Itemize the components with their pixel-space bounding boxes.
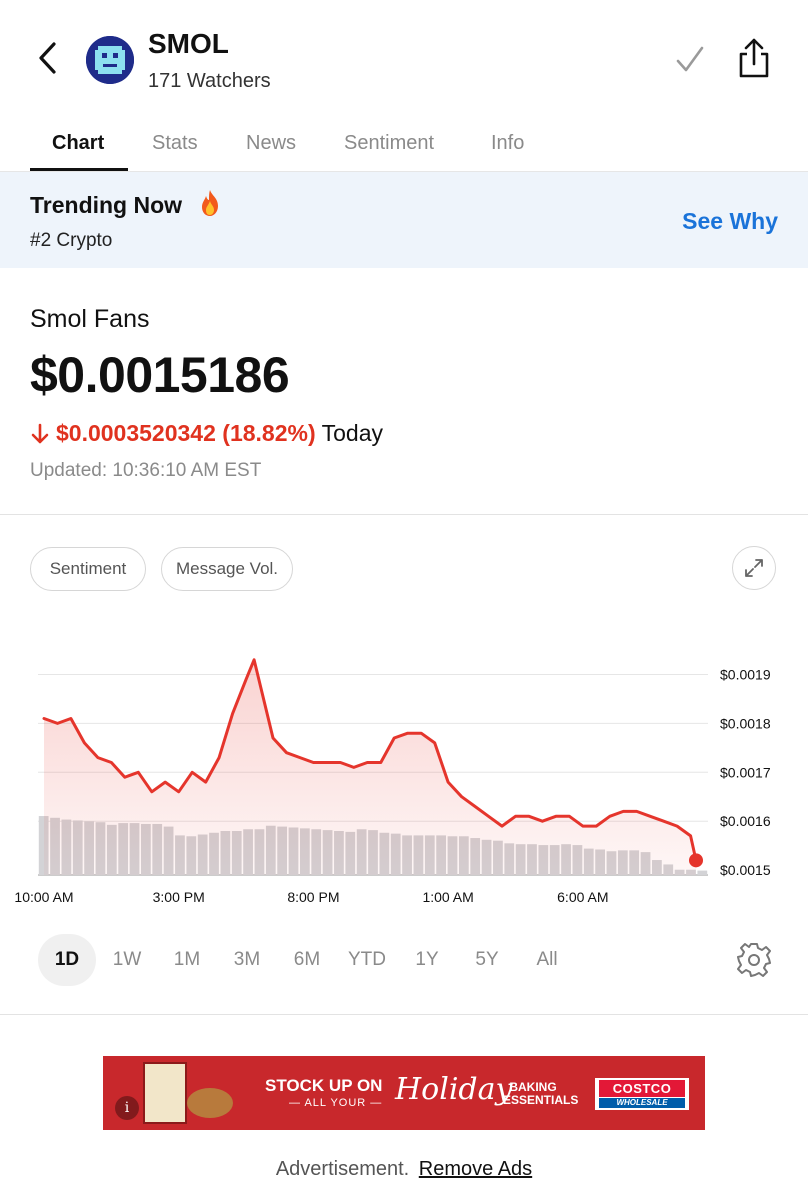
y-tick-label: $0.0016	[720, 813, 771, 829]
price-area	[44, 659, 696, 875]
advertisement-banner[interactable]: i STOCK UP ON — ALL YOUR — Holiday BAKIN…	[103, 1056, 705, 1130]
price-chart-svg: $0.0019 $0.0018 $0.0017 $0.0016 $0.0015 10:00…	[14, 658, 771, 905]
ad-label: Advertisement.	[275, 1158, 410, 1180]
y-tick-label: $0.0019	[720, 666, 771, 682]
tab-info[interactable]: Info	[491, 132, 524, 155]
range-all[interactable]: All	[518, 934, 576, 986]
checkmark-icon	[676, 46, 704, 72]
ad-tagline-2: ESSENTIALS	[503, 1093, 579, 1107]
info-icon[interactable]: i	[115, 1096, 139, 1120]
remove-ads-link[interactable]: Remove Ads	[419, 1158, 532, 1180]
chart-settings-button[interactable]	[732, 938, 776, 982]
price-chart[interactable]: $0.0019 $0.0018 $0.0017 $0.0016 $0.0015 10:00…	[0, 610, 808, 910]
current-price-marker	[689, 853, 703, 868]
ad-footer: Advertisement. Remove Ads	[0, 1158, 808, 1181]
oats-box-image	[143, 1062, 187, 1124]
range-3m[interactable]: 3M	[218, 934, 276, 986]
costco-brand: COSTCO	[599, 1080, 685, 1097]
active-tab-indicator	[30, 168, 128, 171]
change-period: Today	[321, 420, 383, 446]
range-selector: 1D 1W 1M 3M 6M YTD 1Y 5Y All	[0, 934, 808, 988]
current-price: $0.0015186	[30, 347, 290, 403]
watchers-count: 171 Watchers	[148, 70, 271, 92]
x-tick-label: 6:00 AM	[557, 889, 608, 905]
coin-name: Smol Fans	[30, 305, 150, 333]
x-tick-label: 3:00 PM	[153, 889, 205, 905]
section-divider	[0, 1014, 808, 1015]
x-tick-label: 1:00 AM	[422, 889, 473, 905]
y-tick-label: $0.0015	[720, 862, 771, 878]
trending-title: Trending Now	[30, 192, 183, 218]
trending-rank: #2 Crypto	[30, 230, 113, 251]
page-title: SMOL	[148, 28, 229, 59]
section-divider	[0, 514, 808, 515]
message-volume-toggle[interactable]: Message Vol.	[161, 547, 293, 591]
range-1y[interactable]: 1Y	[398, 934, 456, 986]
share-icon	[739, 38, 769, 78]
ad-script-text: Holiday	[395, 1072, 513, 1107]
x-tick-label: 8:00 PM	[287, 889, 339, 905]
watch-button[interactable]	[670, 40, 710, 80]
ad-headline: STOCK UP ON	[265, 1076, 383, 1095]
range-1m[interactable]: 1M	[158, 934, 216, 986]
costco-brand-sub: WHOLESALE	[599, 1098, 685, 1108]
arrow-down-icon	[31, 423, 49, 443]
range-6m[interactable]: 6M	[278, 934, 336, 986]
share-button[interactable]	[734, 36, 774, 80]
range-ytd[interactable]: YTD	[338, 934, 396, 986]
x-tick-label: 10:00 AM	[14, 889, 73, 905]
fire-icon	[196, 188, 224, 218]
y-tick-label: $0.0017	[720, 764, 771, 780]
see-why-link[interactable]: See Why	[682, 208, 778, 235]
price-change: $0.0003520342 (18.82%) Today	[30, 420, 383, 447]
volume-bar	[697, 870, 708, 875]
chevron-left-icon	[39, 42, 56, 74]
tab-bar: Chart Stats News Sentiment Info	[0, 118, 808, 172]
updated-timestamp: Updated: 10:36:10 AM EST	[30, 460, 262, 481]
trending-banner[interactable]: Trending Now #2 Crypto See Why	[0, 172, 808, 268]
tab-news[interactable]: News	[246, 132, 296, 155]
range-1w[interactable]: 1W	[98, 934, 156, 986]
header: SMOL 171 Watchers	[0, 0, 808, 118]
back-button[interactable]	[30, 38, 66, 78]
smol-logo-icon	[86, 36, 134, 84]
ad-subline: — ALL YOUR —	[289, 1097, 383, 1109]
ad-tagline: BAKING ESSENTIALS	[503, 1081, 579, 1107]
avatar	[86, 36, 134, 84]
expand-chart-button[interactable]	[732, 546, 776, 590]
costco-logo: COSTCO WHOLESALE	[595, 1078, 689, 1110]
change-value: $0.0003520342 (18.82%)	[56, 420, 316, 446]
tab-chart[interactable]: Chart	[52, 132, 104, 155]
tab-sentiment[interactable]: Sentiment	[344, 132, 434, 155]
tab-stats[interactable]: Stats	[152, 132, 198, 155]
range-1d[interactable]: 1D	[38, 934, 96, 986]
cookies-image	[187, 1088, 233, 1118]
gear-icon	[737, 943, 771, 977]
expand-icon	[745, 559, 763, 577]
sentiment-toggle[interactable]: Sentiment	[30, 547, 146, 591]
y-tick-label: $0.0018	[720, 715, 771, 731]
range-5y[interactable]: 5Y	[458, 934, 516, 986]
